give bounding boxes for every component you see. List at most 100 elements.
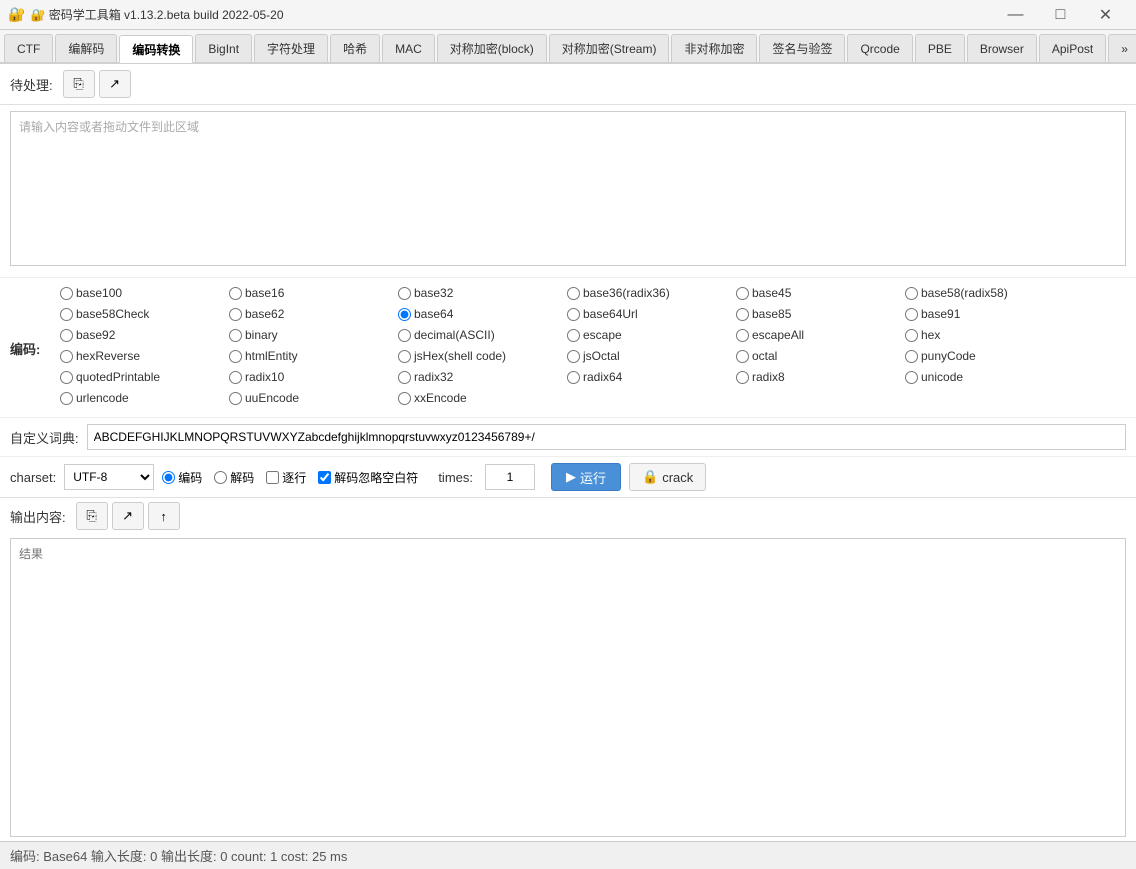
encoding-option-radix64[interactable]: radix64	[567, 370, 722, 384]
encoding-radio-escapeAll[interactable]	[736, 329, 749, 342]
encoding-radio-base64Url[interactable]	[567, 308, 580, 321]
encoding-option-base92[interactable]: base92	[60, 328, 215, 342]
encoding-option-base45[interactable]: base45	[736, 286, 891, 300]
tab-more[interactable]: »	[1108, 34, 1136, 62]
encoding-radio-base91[interactable]	[905, 308, 918, 321]
encoding-radio-uuEncode[interactable]	[229, 392, 242, 405]
encoding-radio-xxEncode[interactable]	[398, 392, 411, 405]
copy-output-button[interactable]: ⎘	[76, 502, 108, 530]
times-input[interactable]	[485, 464, 535, 490]
encoding-option-escape[interactable]: escape	[567, 328, 722, 342]
encoding-option-base16[interactable]: base16	[229, 286, 384, 300]
encoding-option-decimal-ASCII-[interactable]: decimal(ASCII)	[398, 328, 553, 342]
encoding-option-unicode[interactable]: unicode	[905, 370, 1060, 384]
encoding-radio-quotedPrintable[interactable]	[60, 371, 73, 384]
encoding-radio-binary[interactable]	[229, 329, 242, 342]
mode-encode-option[interactable]: 编码	[162, 469, 202, 486]
tab-asym[interactable]: 非对称加密	[671, 34, 757, 62]
mode-decode-radio[interactable]	[214, 471, 227, 484]
encoding-radio-hexReverse[interactable]	[60, 350, 73, 363]
encoding-option-punyCode[interactable]: punyCode	[905, 349, 1060, 363]
ignore-whitespace-checkbox[interactable]	[318, 471, 331, 484]
encoding-radio-radix8[interactable]	[736, 371, 749, 384]
encoding-radio-base36-radix36-[interactable]	[567, 287, 580, 300]
input-textarea[interactable]	[10, 111, 1126, 266]
encoding-option-hex[interactable]: hex	[905, 328, 1060, 342]
encoding-option-radix32[interactable]: radix32	[398, 370, 553, 384]
encoding-radio-octal[interactable]	[736, 350, 749, 363]
paste-button[interactable]: ⎘	[63, 70, 95, 98]
encoding-option-base64[interactable]: base64	[398, 307, 553, 321]
maximize-button[interactable]: □	[1038, 0, 1083, 30]
encoding-radio-base58Check[interactable]	[60, 308, 73, 321]
tab-sign-verify[interactable]: 签名与验签	[759, 34, 845, 62]
tab-pbe[interactable]: PBE	[915, 34, 965, 62]
tab-bigint[interactable]: BigInt	[195, 34, 252, 62]
tab-apipost[interactable]: ApiPost	[1039, 34, 1106, 62]
import-button[interactable]: ↗	[99, 70, 131, 98]
encoding-radio-jsOctal[interactable]	[567, 350, 580, 363]
encoding-option-htmlEntity[interactable]: htmlEntity	[229, 349, 384, 363]
minimize-button[interactable]: —	[993, 0, 1038, 30]
encoding-radio-radix64[interactable]	[567, 371, 580, 384]
encoding-option-binary[interactable]: binary	[229, 328, 384, 342]
stepwise-checkbox[interactable]	[266, 471, 279, 484]
encoding-radio-hex[interactable]	[905, 329, 918, 342]
encoding-radio-unicode[interactable]	[905, 371, 918, 384]
tab-decode[interactable]: 编解码	[55, 34, 117, 62]
encoding-option-base58Check[interactable]: base58Check	[60, 307, 215, 321]
encoding-option-base32[interactable]: base32	[398, 286, 553, 300]
encoding-option-base91[interactable]: base91	[905, 307, 1060, 321]
encoding-option-radix10[interactable]: radix10	[229, 370, 384, 384]
tab-sym-block[interactable]: 对称加密(block)	[437, 34, 547, 62]
stepwise-option[interactable]: 逐行	[266, 469, 306, 486]
encoding-option-jsOctal[interactable]: jsOctal	[567, 349, 722, 363]
encoding-radio-urlencode[interactable]	[60, 392, 73, 405]
encoding-radio-decimal-ASCII-[interactable]	[398, 329, 411, 342]
encoding-radio-base64[interactable]	[398, 308, 411, 321]
tab-ctf[interactable]: CTF	[4, 34, 53, 62]
encoding-option-base36-radix36-[interactable]: base36(radix36)	[567, 286, 722, 300]
encoding-option-base64Url[interactable]: base64Url	[567, 307, 722, 321]
ignore-whitespace-option[interactable]: 解码忽略空白符	[318, 469, 418, 486]
tab-hash[interactable]: 哈希	[330, 34, 380, 62]
dict-input[interactable]	[87, 424, 1126, 450]
encoding-option-octal[interactable]: octal	[736, 349, 891, 363]
encoding-option-jsHex-shell-code-[interactable]: jsHex(shell code)	[398, 349, 553, 363]
encoding-option-radix8[interactable]: radix8	[736, 370, 891, 384]
close-button[interactable]: ✕	[1083, 0, 1128, 30]
tab-mac[interactable]: MAC	[382, 34, 435, 62]
encoding-radio-base100[interactable]	[60, 287, 73, 300]
tab-encode-convert[interactable]: 编码转换	[119, 35, 193, 63]
encoding-option-urlencode[interactable]: urlencode	[60, 391, 215, 405]
run-button[interactable]: ▶ 运行	[551, 463, 621, 491]
encoding-radio-escape[interactable]	[567, 329, 580, 342]
encoding-radio-base32[interactable]	[398, 287, 411, 300]
encoding-radio-base62[interactable]	[229, 308, 242, 321]
encoding-radio-htmlEntity[interactable]	[229, 350, 242, 363]
encoding-radio-radix32[interactable]	[398, 371, 411, 384]
encoding-option-base85[interactable]: base85	[736, 307, 891, 321]
tab-browser[interactable]: Browser	[967, 34, 1037, 62]
export-output-button[interactable]: ↗	[112, 502, 144, 530]
encoding-radio-base92[interactable]	[60, 329, 73, 342]
encoding-option-base62[interactable]: base62	[229, 307, 384, 321]
encoding-radio-base16[interactable]	[229, 287, 242, 300]
encoding-option-uuEncode[interactable]: uuEncode	[229, 391, 384, 405]
encoding-radio-base58-radix58-[interactable]	[905, 287, 918, 300]
encoding-option-escapeAll[interactable]: escapeAll	[736, 328, 891, 342]
encoding-option-xxEncode[interactable]: xxEncode	[398, 391, 553, 405]
crack-button[interactable]: 🔒 crack	[629, 463, 706, 491]
encoding-radio-radix10[interactable]	[229, 371, 242, 384]
tab-qrcode[interactable]: Qrcode	[847, 34, 912, 62]
encoding-option-base58-radix58-[interactable]: base58(radix58)	[905, 286, 1060, 300]
charset-select[interactable]: UTF-8GBKGB2312ISO-8859-1	[64, 464, 154, 490]
encoding-radio-base85[interactable]	[736, 308, 749, 321]
encoding-option-quotedPrintable[interactable]: quotedPrintable	[60, 370, 215, 384]
encoding-radio-jsHex-shell-code-[interactable]	[398, 350, 411, 363]
tab-string-process[interactable]: 字符处理	[254, 34, 328, 62]
tab-sym-stream[interactable]: 对称加密(Stream)	[549, 34, 670, 62]
upload-output-button[interactable]: ↑	[148, 502, 180, 530]
output-textarea[interactable]	[10, 538, 1126, 837]
encoding-radio-punyCode[interactable]	[905, 350, 918, 363]
